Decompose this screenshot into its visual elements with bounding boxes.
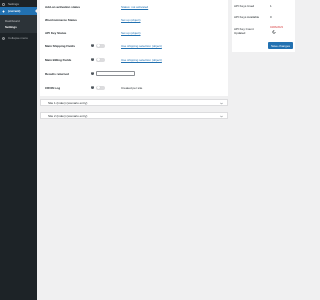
field-label: Main Billing Fields bbox=[45, 57, 72, 62]
submenu-item-settings[interactable]: Settings bbox=[5, 25, 17, 29]
submenu-item-dashboard[interactable]: Dashboard bbox=[5, 19, 20, 23]
site-panel[interactable]: Site 1 (index) (scenario entry) bbox=[40, 99, 228, 106]
api-keys-available-value: 0 bbox=[270, 15, 272, 19]
api-key-count-date: 04/06/2023 bbox=[270, 26, 283, 29]
shipping-selection-link[interactable]: Use shipping selection (object) bbox=[121, 44, 162, 48]
menu-item-current-label: (current) bbox=[8, 9, 21, 13]
help-icon[interactable]: ? bbox=[91, 58, 94, 61]
field-woocommerce-status: WooCommerce Status Set up (object) bbox=[45, 16, 230, 23]
cron-log-value: Created per site bbox=[121, 85, 143, 90]
site-panel-title: Site 1 (index) (scenario entry) bbox=[48, 100, 88, 105]
help-icon[interactable]: ? bbox=[91, 44, 94, 47]
menu-item-current[interactable]: (current) bbox=[0, 7, 37, 15]
field-results-returned: Results returned ? bbox=[45, 70, 230, 77]
plugin-icon bbox=[2, 9, 5, 13]
cron-log-toggle[interactable] bbox=[96, 85, 105, 90]
api-keys-used-label: API Keys Used bbox=[234, 4, 255, 8]
save-changes-button[interactable]: Save changes bbox=[268, 42, 293, 49]
results-returned-input[interactable] bbox=[96, 71, 135, 76]
collapse-menu-label: Collapse menu bbox=[8, 36, 29, 40]
admin-sidebar: Settings (current) Dashboard Settings Co… bbox=[0, 0, 37, 300]
gear-icon bbox=[2, 2, 5, 6]
field-label: CRON Log bbox=[45, 85, 61, 90]
field-main-billing: Main Billing Fields ? Use shipping selec… bbox=[45, 56, 230, 63]
collapse-icon bbox=[2, 36, 5, 40]
field-label: Add-on activation status bbox=[45, 4, 81, 9]
billing-selection-link[interactable]: Use shipping selection (object) bbox=[121, 58, 162, 62]
field-label: Results returned bbox=[45, 71, 69, 76]
site-panel[interactable]: Site 2 (index) (scenario entry) bbox=[40, 112, 228, 119]
field-label: Main Shipping Fields bbox=[45, 43, 75, 48]
help-icon[interactable]: ? bbox=[91, 72, 94, 75]
woocommerce-status-link[interactable]: Set up (object) bbox=[121, 18, 141, 22]
api-keys-available-label: API Keys Available bbox=[234, 15, 260, 19]
api-keys-used-value: 1 bbox=[270, 4, 272, 8]
field-cron-log: CRON Log ? Created per site bbox=[45, 84, 230, 91]
api-key-count-label: API Key Count Updated bbox=[234, 27, 254, 35]
help-icon[interactable]: ? bbox=[91, 86, 94, 89]
chevron-down-icon bbox=[220, 115, 223, 118]
api-key-count-line-2: Updated bbox=[234, 31, 246, 35]
field-activation-status: Add-on activation status Status: not act… bbox=[45, 3, 230, 10]
billing-toggle[interactable] bbox=[96, 57, 105, 62]
field-label: WooCommerce Status bbox=[45, 17, 77, 22]
refresh-icon[interactable] bbox=[272, 30, 276, 34]
site-panel-title: Site 2 (index) (scenario entry) bbox=[48, 113, 88, 118]
menu-item-settings-label: Settings bbox=[8, 2, 19, 6]
collapse-menu-button[interactable]: Collapse menu bbox=[0, 35, 37, 41]
field-main-shipping: Main Shipping Fields ? Use shipping sele… bbox=[45, 42, 230, 49]
api-key-status-link[interactable]: Set up (object) bbox=[121, 31, 141, 35]
shipping-toggle[interactable] bbox=[96, 43, 105, 48]
activation-status-link[interactable]: Status: not activated bbox=[121, 5, 148, 9]
field-api-key-status: API Key Status Set up (object) bbox=[45, 29, 230, 36]
submenu bbox=[0, 15, 37, 33]
field-label: API Key Status bbox=[45, 30, 67, 35]
chevron-down-icon bbox=[220, 102, 223, 105]
